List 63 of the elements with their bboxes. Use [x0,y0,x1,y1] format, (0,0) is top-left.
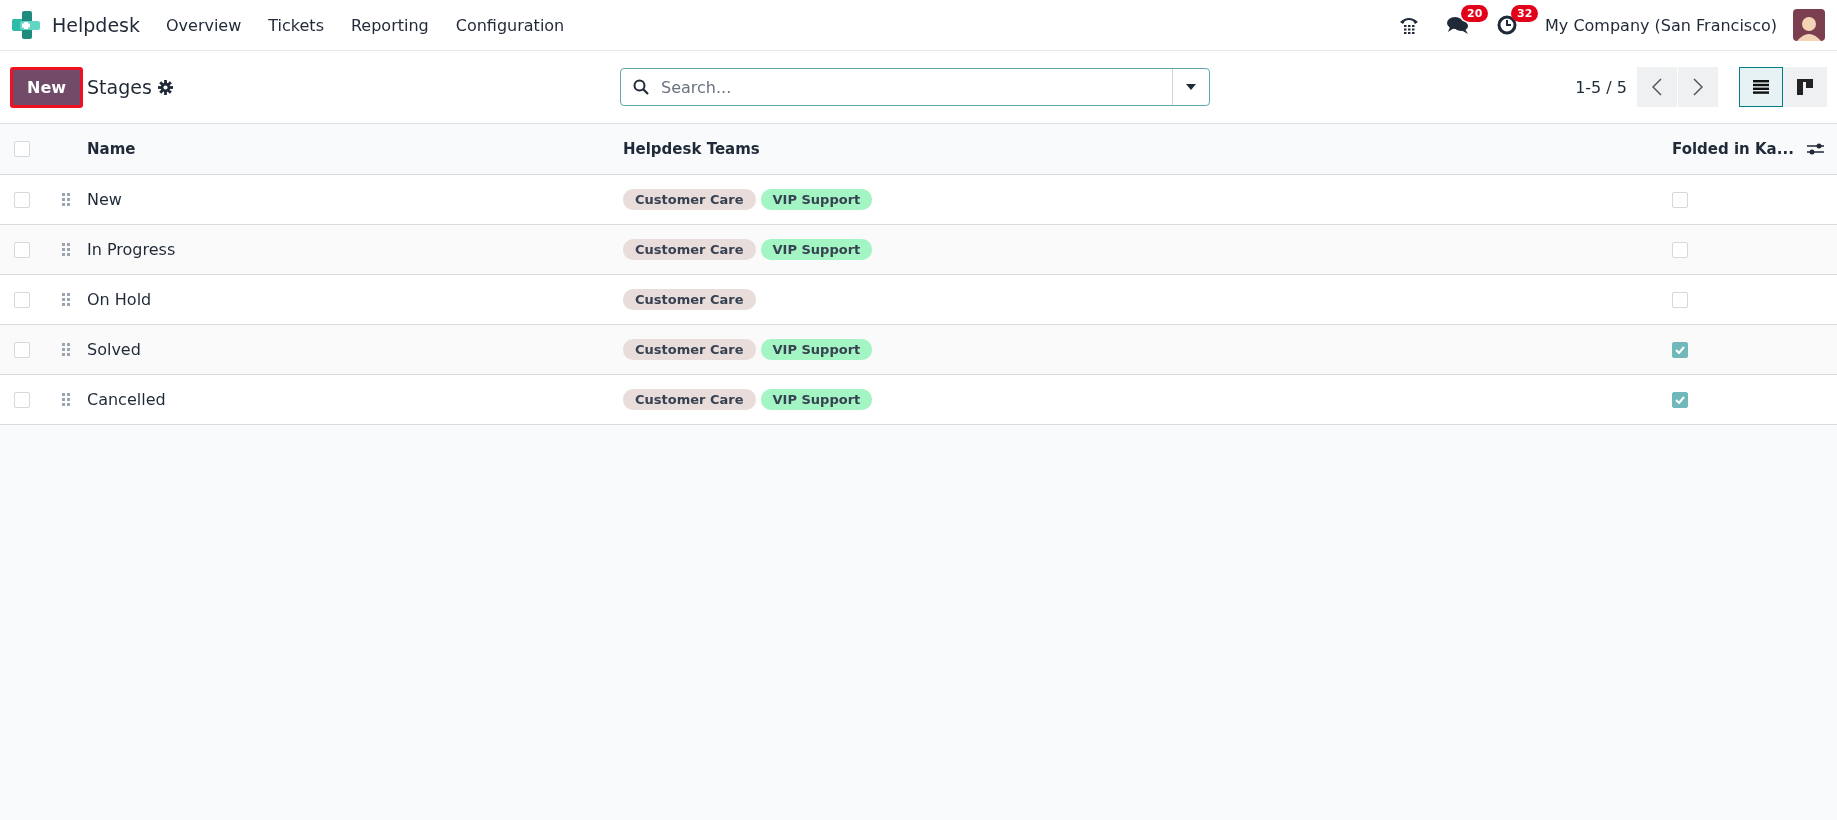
chevron-left-icon [1652,78,1662,96]
team-tag: Customer Care [623,339,756,360]
search-icon [633,79,649,95]
row-checkbox[interactable] [14,291,30,308]
chat-icon[interactable] [1447,15,1470,35]
column-header[interactable]: Folded in Ka... [1672,140,1794,158]
kanban-icon [1797,79,1813,95]
menu-item[interactable]: Overview [165,15,242,35]
drag-handle-icon[interactable] [62,392,70,407]
row-checkbox[interactable] [14,391,30,408]
next-button[interactable] [1678,67,1718,107]
team-tag: VIP Support [760,389,873,410]
caret-icon[interactable] [1186,84,1196,90]
user-avatar[interactable] [1793,9,1825,41]
team-tag: Customer Care [623,239,756,260]
chevron-right-icon [1693,78,1703,96]
team-tag: VIP Support [760,189,873,210]
view-switch-button[interactable] [1783,67,1827,107]
pager-value[interactable]: 1-5 / 5 [1575,77,1627,97]
checkmark-icon [1675,345,1685,354]
app-name[interactable]: Helpdesk [52,14,140,36]
table-row[interactable]: On Hold Customer Care [0,275,1837,325]
drag-handle-icon[interactable] [62,342,70,357]
team-tag: VIP Support [760,239,873,260]
phone-icon[interactable] [1399,15,1420,35]
team-tag: Customer Care [623,289,756,310]
app-logo-icon[interactable] [12,11,40,39]
column-header[interactable]: Helpdesk Teams [623,140,760,158]
team-tag: Customer Care [623,389,756,410]
company-switcher[interactable]: My Company (San Francisco) [1545,15,1777,35]
drag-handle-icon[interactable] [62,242,70,257]
column-header[interactable]: Name [87,140,136,158]
table-cell: New [87,190,122,209]
row-checkbox[interactable] [14,241,30,258]
list-icon [1753,80,1769,94]
notification-badge: 32 [1511,5,1539,22]
notification-badge: 20 [1461,5,1489,22]
table-row[interactable]: New Customer Care VIP Support [0,175,1837,225]
new-button[interactable]: New [10,66,84,108]
menu-item[interactable]: Tickets [268,15,324,35]
view-switch-button[interactable] [1739,67,1783,107]
table-cell: Cancelled [87,390,166,409]
drag-handle-icon[interactable] [62,292,70,307]
team-tag: Customer Care [623,189,756,210]
table-cell: In Progress [87,240,176,259]
table-cell: Solved [87,340,141,359]
settings-icon[interactable] [157,79,173,95]
previous-button[interactable] [1637,67,1677,107]
checkmark-icon [1675,395,1685,404]
drag-handle-icon[interactable] [62,192,70,207]
clock-icon[interactable] [1497,15,1518,35]
row-checkbox[interactable] [14,191,30,208]
team-tag: VIP Support [760,339,873,360]
row-checkbox[interactable] [14,341,30,358]
search-field[interactable]: Search... [620,68,1210,106]
search-input[interactable]: Search... [659,76,1172,98]
menu-item[interactable]: Reporting [350,15,429,35]
sliders-icon[interactable] [1807,142,1824,156]
menu-item[interactable]: Configuration [455,15,565,35]
table-row[interactable]: Cancelled Customer Care VIP Support [0,375,1837,425]
table-cell: On Hold [87,290,152,309]
select-all-checkbox[interactable] [14,141,30,157]
page-title[interactable]: Stages [87,76,152,98]
